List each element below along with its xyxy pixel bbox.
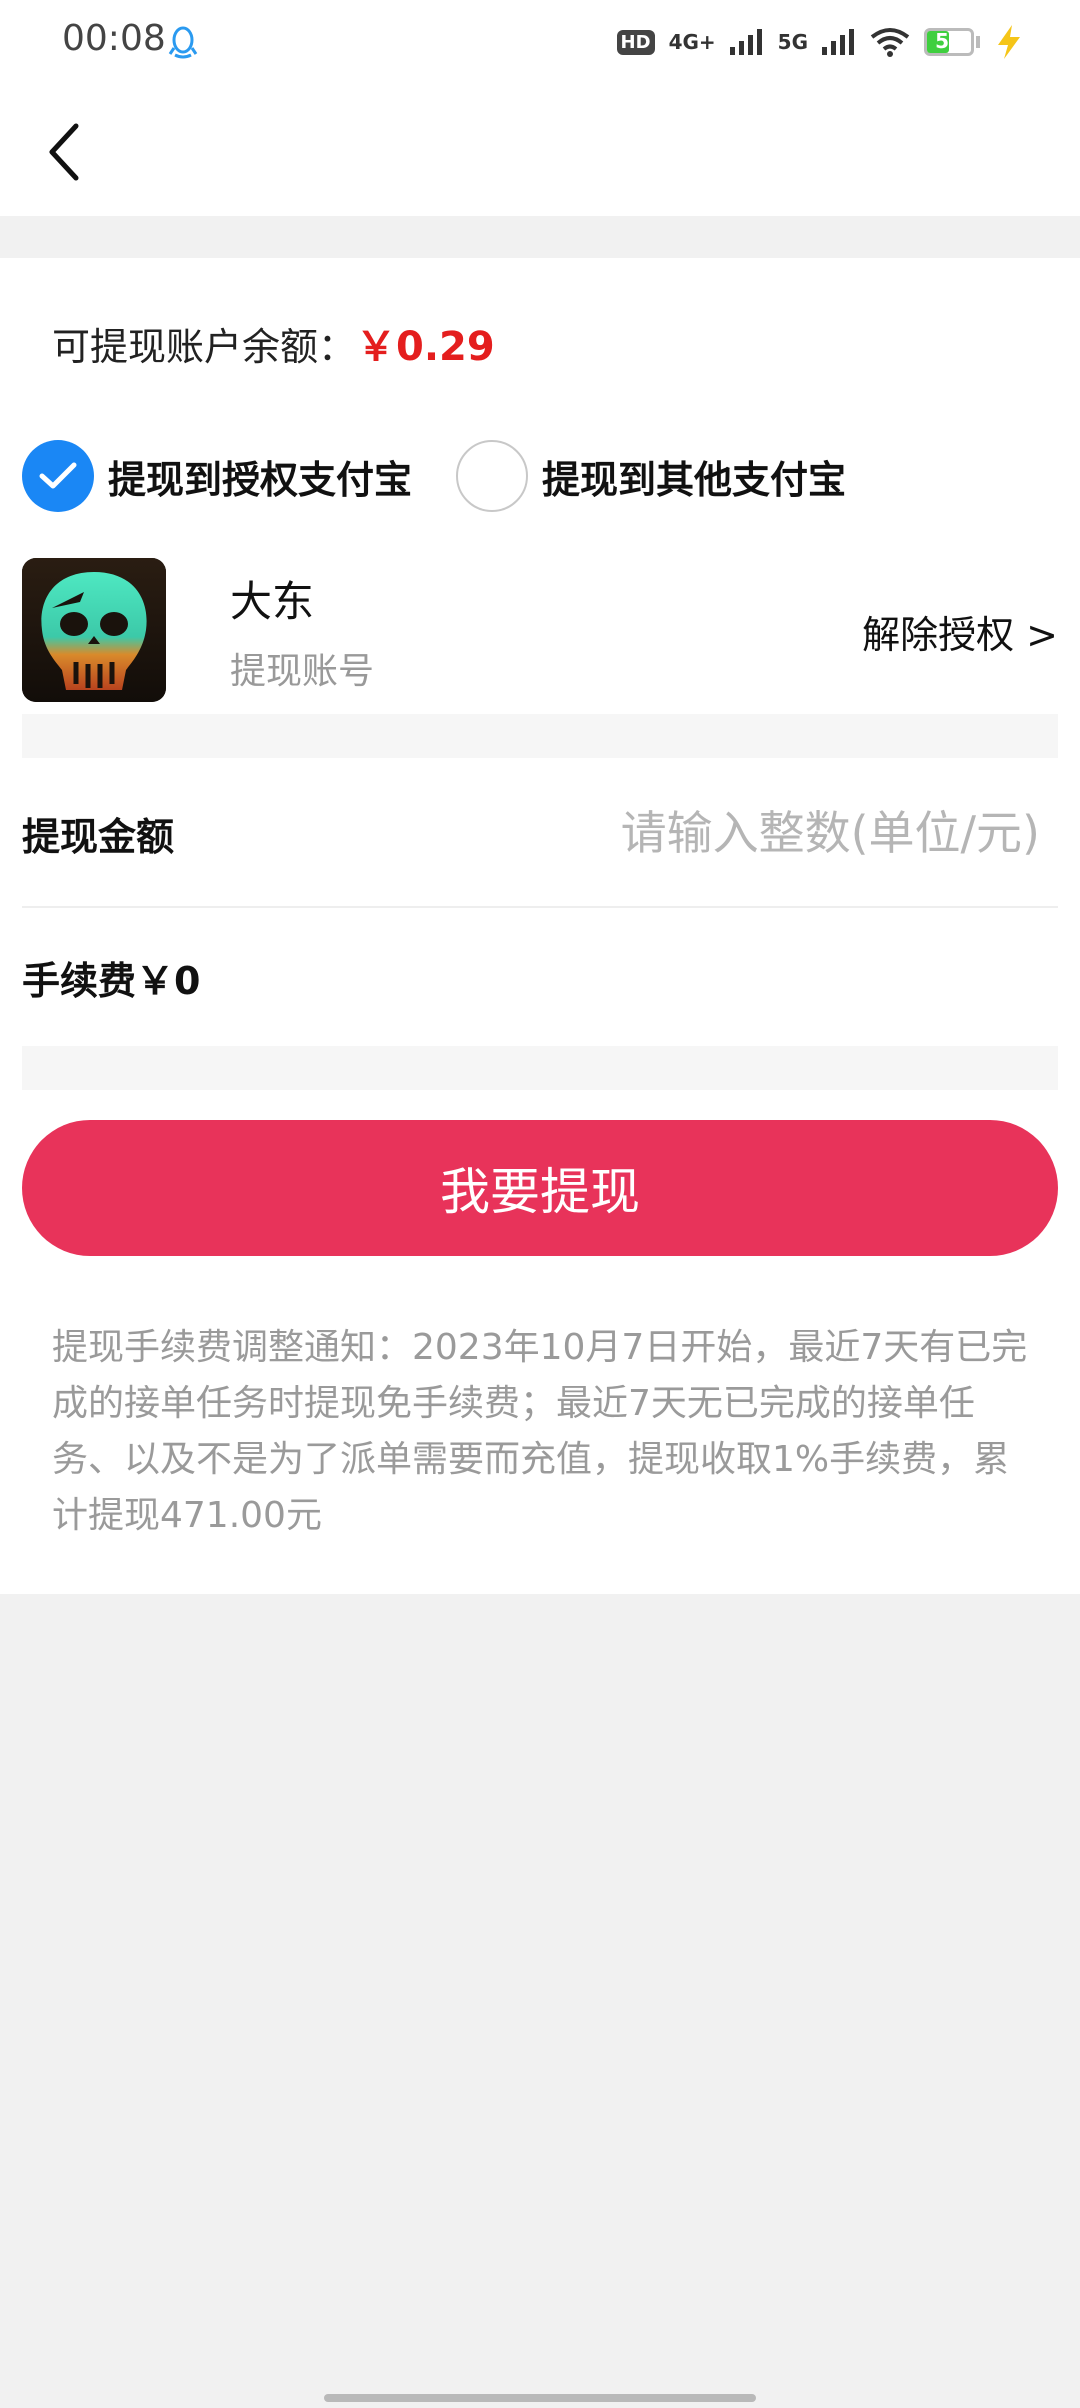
qq-penguin-icon xyxy=(168,26,198,59)
account-row: 大东 提现账号 解除授权 > xyxy=(22,558,1058,704)
battery-cap xyxy=(976,36,980,48)
radio-unchecked[interactable] xyxy=(456,440,529,512)
check-icon xyxy=(39,462,77,489)
signal-icon-2 xyxy=(822,29,854,55)
withdraw-panel: 可提现账户余额：￥0.29 提现到授权支付宝 提现到其他支付宝 大东 提现账号 … xyxy=(0,258,1080,1594)
chevron-left-icon[interactable] xyxy=(40,114,100,186)
nav-bar xyxy=(0,84,1080,216)
lightning-icon xyxy=(998,25,1020,59)
avatar xyxy=(22,558,166,702)
battery-indicator: 51 xyxy=(924,28,974,56)
fee-label: 手续费￥0 xyxy=(22,959,201,1003)
radio-checked[interactable] xyxy=(22,440,94,512)
section-gap xyxy=(0,216,1080,258)
withdraw-method-selector: 提现到授权支付宝 提现到其他支付宝 xyxy=(22,440,846,512)
battery-level: 51 xyxy=(935,29,963,53)
account-subtitle: 提现账号 xyxy=(230,651,375,692)
method-label-authorized: 提现到授权支付宝 xyxy=(108,457,413,502)
account-name: 大东 xyxy=(230,577,315,626)
network-4g-label: 4G+ xyxy=(668,30,716,54)
balance-label: 可提现账户余额： xyxy=(52,325,357,369)
balance-row: 可提现账户余额：￥0.29 xyxy=(52,314,495,372)
wifi-icon xyxy=(870,28,910,57)
balance-amount: ￥0.29 xyxy=(356,324,495,370)
hd-badge: HD xyxy=(616,29,655,55)
divider-band xyxy=(22,714,1058,758)
unbind-authorization-link[interactable]: 解除授权 > xyxy=(862,604,1058,659)
divider-band-2 xyxy=(22,1046,1058,1090)
avatar-image xyxy=(22,558,166,702)
fee-notice: 提现手续费调整通知：2023年10月7日开始，最近7天有已完成的接单任务时提现免… xyxy=(52,1327,1028,1536)
method-option-other-alipay[interactable]: 提现到其他支付宝 xyxy=(456,440,846,512)
network-5g-label: 5G xyxy=(777,30,808,54)
withdraw-button[interactable]: 我要提现 xyxy=(22,1120,1058,1256)
status-bar: 00:08 HD 4G+ 5G 51 xyxy=(0,0,1080,84)
home-indicator[interactable] xyxy=(324,2394,756,2402)
signal-icon xyxy=(729,29,762,55)
status-icons: HD 4G+ 5G 51 xyxy=(616,20,1024,64)
method-option-authorized-alipay[interactable]: 提现到授权支付宝 xyxy=(22,440,412,512)
amount-label: 提现金额 xyxy=(22,815,175,859)
status-time: 00:08 xyxy=(62,18,166,59)
method-label-other: 提现到其他支付宝 xyxy=(542,457,847,502)
amount-row: 提现金额 xyxy=(22,760,1058,908)
amount-input[interactable] xyxy=(520,798,1040,868)
